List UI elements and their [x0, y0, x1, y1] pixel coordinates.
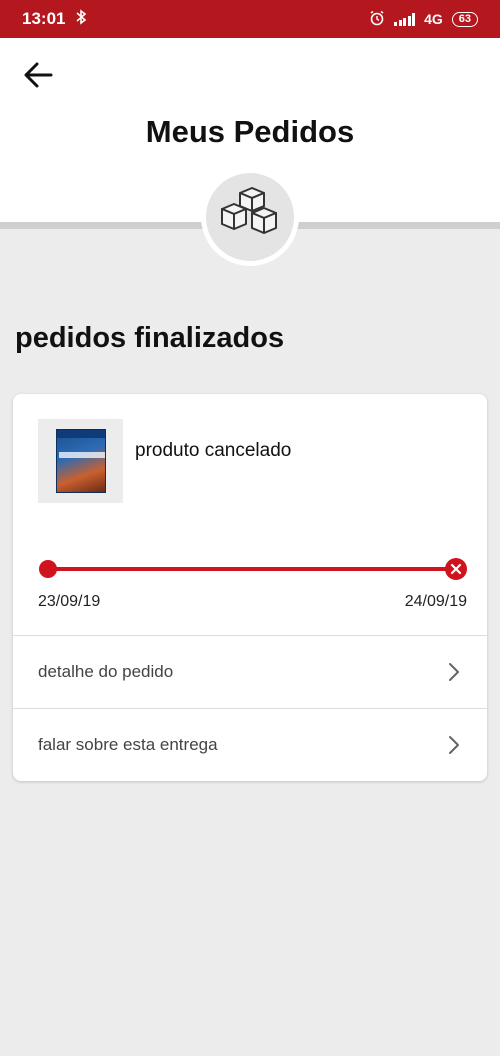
product-thumbnail[interactable]: [38, 419, 123, 503]
order-detail-link[interactable]: detalhe do pedido: [13, 635, 487, 708]
product-cover-image: [55, 429, 106, 493]
orders-badge: [201, 168, 299, 266]
status-time: 13:01: [22, 9, 66, 28]
back-button[interactable]: [18, 60, 58, 94]
status-indicators: 4G 63: [369, 10, 478, 29]
network-type: 4G: [424, 11, 443, 27]
chevron-right-icon: [448, 662, 462, 682]
chevron-right-icon: [448, 735, 462, 755]
status-bar: 13:01 4G 63: [0, 0, 500, 38]
battery-icon: 63: [451, 11, 478, 27]
signal-icon: [394, 12, 416, 26]
order-timeline: [39, 558, 469, 580]
delivery-contact-link[interactable]: falar sobre esta entrega: [13, 708, 487, 781]
cancel-x-icon: [445, 558, 467, 580]
timeline-end-date: 24/09/19: [404, 593, 467, 610]
page-title: Meus Pedidos: [145, 114, 355, 149]
timeline-start-dot: [39, 560, 57, 578]
section-title: pedidos finalizados: [15, 322, 285, 354]
delivery-contact-label: falar sobre esta entrega: [38, 735, 218, 754]
boxes-icon: [218, 186, 282, 248]
bluetooth-icon: [75, 8, 87, 30]
back-arrow-icon: [23, 62, 53, 93]
battery-level: 63: [458, 13, 471, 25]
order-card: produto cancelado 23/09/19 24/09/19 deta…: [13, 394, 487, 781]
timeline-line: [49, 567, 459, 571]
order-status: produto cancelado: [135, 440, 292, 461]
order-detail-label: detalhe do pedido: [38, 662, 174, 681]
alarm-icon: [369, 10, 385, 29]
timeline-start-date: 23/09/19: [38, 593, 101, 610]
